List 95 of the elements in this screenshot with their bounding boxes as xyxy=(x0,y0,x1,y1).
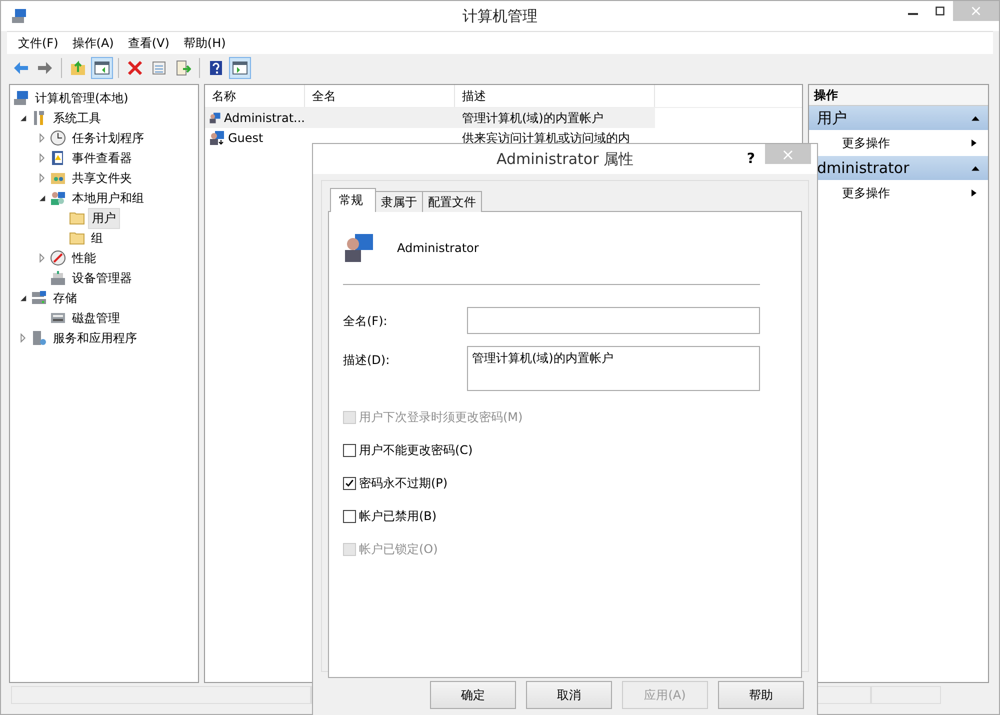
action-link[interactable]: 更多操作 xyxy=(842,134,890,152)
menu-item[interactable]: 操作(A) xyxy=(65,34,121,52)
tree-item[interactable]: 任务计划程序 xyxy=(69,128,147,148)
delete-icon xyxy=(127,60,143,76)
checkbox[interactable] xyxy=(343,444,356,457)
menu-item[interactable]: 查看(V) xyxy=(120,34,176,52)
column-header[interactable]: 全名 xyxy=(305,85,455,107)
tree-item[interactable]: 服务和应用程序 xyxy=(50,328,140,348)
services-icon xyxy=(31,330,47,346)
checkbox-label: 帐户已锁定(O) xyxy=(359,541,438,558)
toolbar-button[interactable] xyxy=(229,57,251,79)
table-row[interactable]: Guest 供来宾访问计算机或访问域的内 xyxy=(205,128,655,148)
collapsed-arrow-icon[interactable] xyxy=(18,333,28,343)
dialog-title: Administrator 属性 xyxy=(496,150,634,168)
input-field[interactable]: 管理计算机(域)的内置帐户 xyxy=(467,346,760,391)
collapse-arrow-icon xyxy=(971,114,980,122)
folder-icon xyxy=(69,210,85,226)
storage-icon xyxy=(31,290,47,306)
checkbox-label: 用户下次登录时须更改密码(M) xyxy=(359,409,523,426)
tree-item[interactable]: 磁盘管理 xyxy=(69,308,123,328)
menu-item[interactable]: 文件(F) xyxy=(11,34,66,52)
tab[interactable]: 配置文件 xyxy=(422,191,482,212)
console-tree-icon xyxy=(94,60,110,76)
export-list-icon xyxy=(175,60,191,76)
action-link[interactable]: 更多操作 xyxy=(842,184,890,202)
dialog-button[interactable]: 取消 xyxy=(526,681,612,709)
collapsed-arrow-icon[interactable] xyxy=(37,133,47,143)
folder-icon xyxy=(69,230,85,246)
check-icon xyxy=(345,479,354,488)
user-name: Administrator xyxy=(397,241,479,255)
collapsed-arrow-icon[interactable] xyxy=(37,253,47,263)
action-pane-icon xyxy=(232,60,248,76)
expanded-arrow-icon[interactable] xyxy=(18,293,28,303)
app-icon xyxy=(11,8,27,24)
minimize-icon xyxy=(908,13,918,15)
toolbar-button[interactable] xyxy=(91,57,113,79)
submenu-arrow-icon xyxy=(970,138,978,148)
table-cell: 管理计算机(域)的内置帐户 xyxy=(462,110,604,126)
user-icon xyxy=(209,110,222,126)
tree-item[interactable]: 本地用户和组 xyxy=(69,188,147,208)
tree-item[interactable]: 性能 xyxy=(69,248,99,268)
collapsed-arrow-icon[interactable] xyxy=(37,173,47,183)
tree-item[interactable]: 设备管理器 xyxy=(69,268,135,288)
expanded-arrow-icon[interactable] xyxy=(37,193,47,203)
help-book-icon xyxy=(208,60,224,76)
expanded-arrow-icon[interactable] xyxy=(18,113,28,123)
checkbox-label: 密码永不过期(P) xyxy=(359,475,448,492)
event-log-icon xyxy=(50,150,66,166)
shared-folder-icon xyxy=(50,170,66,186)
collapse-arrow-icon xyxy=(971,164,980,172)
dialog-button[interactable]: 确定 xyxy=(430,681,516,709)
clock-icon xyxy=(50,130,66,146)
checkbox-label: 帐户已禁用(B) xyxy=(359,508,437,525)
column-header[interactable]: 名称 xyxy=(205,85,305,107)
checkbox[interactable] xyxy=(343,510,356,523)
close-icon xyxy=(971,6,981,16)
user-icon xyxy=(209,130,225,146)
table-cell: 供来宾访问计算机或访问域的内 xyxy=(462,130,630,146)
tree-item[interactable]: 事件查看器 xyxy=(69,148,135,168)
dialog-button[interactable]: 帮助 xyxy=(718,681,804,709)
actions-header: 操作 xyxy=(809,85,988,106)
tree-item[interactable]: 用户 xyxy=(88,208,120,228)
properties-icon xyxy=(151,60,167,76)
maximize-icon xyxy=(934,6,944,16)
device-manager-icon xyxy=(50,270,66,286)
folder-up-icon xyxy=(70,60,86,76)
back-arrow-icon xyxy=(13,60,29,76)
computer-icon xyxy=(13,90,29,106)
menu-item[interactable]: 帮助(H) xyxy=(176,34,233,52)
user-name: Guest xyxy=(228,131,264,145)
tree-item[interactable]: 组 xyxy=(88,228,106,248)
tree-item[interactable]: 计算机管理(本地) xyxy=(32,88,132,108)
users-icon xyxy=(50,190,66,206)
tools-icon xyxy=(31,110,47,126)
window-title: 计算机管理 xyxy=(462,6,538,26)
checkbox[interactable] xyxy=(343,477,356,490)
action-section-header[interactable]: 用户 xyxy=(809,106,988,130)
checkbox-label: 用户不能更改密码(C) xyxy=(359,442,473,459)
tree-item[interactable]: 共享文件夹 xyxy=(69,168,135,188)
collapsed-arrow-icon[interactable] xyxy=(37,153,47,163)
tree-item[interactable]: 系统工具 xyxy=(50,108,104,128)
input-field[interactable] xyxy=(467,307,760,334)
performance-icon xyxy=(50,250,66,266)
field-label: 描述(D): xyxy=(343,352,391,369)
submenu-arrow-icon xyxy=(970,188,978,198)
tree-item[interactable]: 存储 xyxy=(50,288,80,308)
forward-arrow-icon xyxy=(37,60,53,76)
help-button[interactable]: ? xyxy=(736,151,765,167)
tab[interactable]: 常规 xyxy=(330,188,376,212)
table-row[interactable]: Administrat... 管理计算机(域)的内置帐户 xyxy=(205,108,655,128)
tab[interactable]: 隶属于 xyxy=(375,191,423,212)
user-name: Administrat... xyxy=(224,111,305,125)
user-icon xyxy=(343,232,375,264)
field-label: 全名(F): xyxy=(343,313,388,330)
column-header[interactable]: 描述 xyxy=(455,85,655,107)
